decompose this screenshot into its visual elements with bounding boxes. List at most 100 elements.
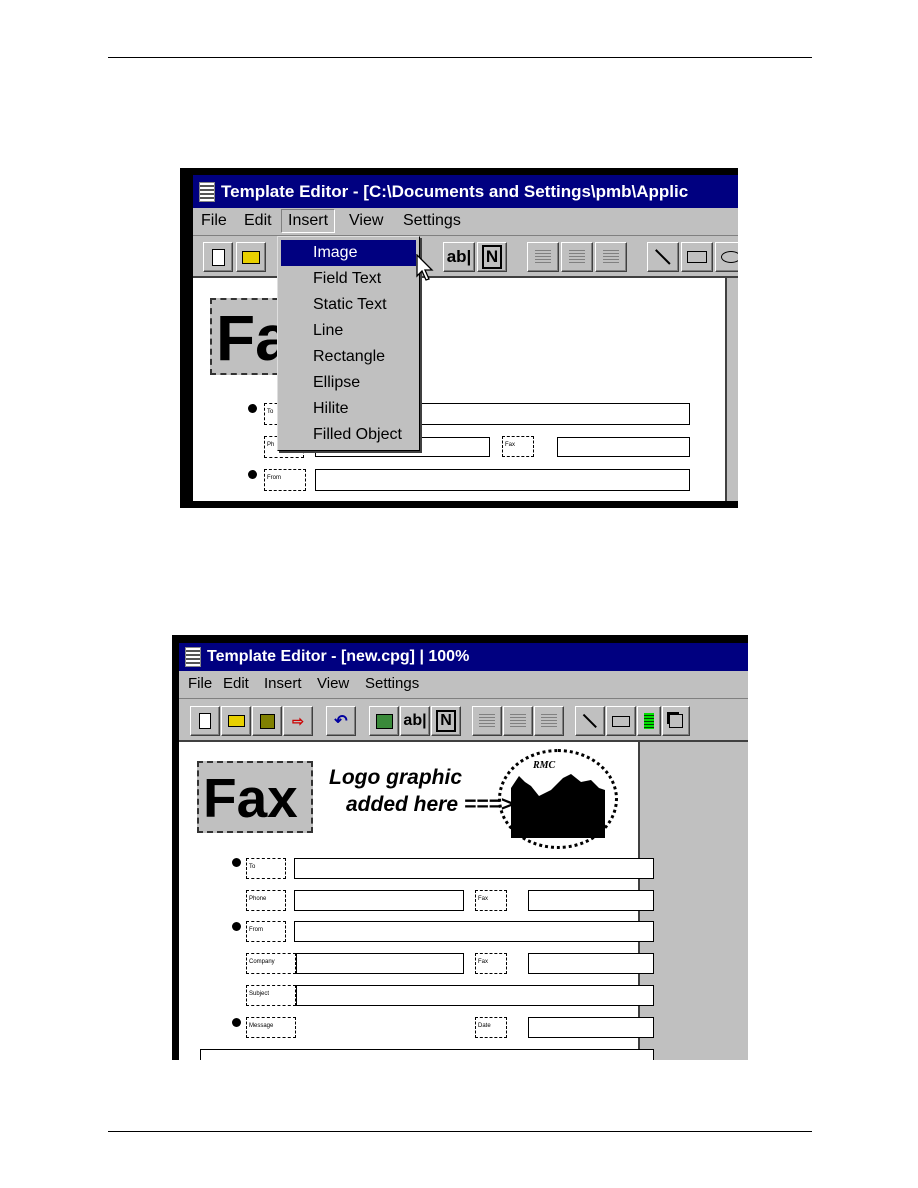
bullet (232, 858, 241, 867)
toolbar: ab| N (193, 236, 738, 278)
fax-field[interactable] (557, 437, 690, 457)
save-button[interactable] (252, 706, 282, 736)
field-label-from[interactable]: From (246, 921, 286, 942)
line-icon (583, 714, 597, 728)
new-button[interactable] (190, 706, 220, 736)
from-field[interactable] (315, 469, 690, 491)
image-icon (375, 713, 393, 729)
message-field[interactable] (200, 1049, 654, 1060)
title-bar: Template Editor - [C:\Documents and Sett… (193, 175, 738, 208)
fax-heading-box[interactable]: Fax (197, 761, 313, 833)
undo-button[interactable]: ↶ (326, 706, 356, 736)
bullet (232, 922, 241, 931)
insert-dropdown-menu: Image Field Text Static Text Line Rectan… (277, 236, 420, 451)
field-label-company[interactable]: Company (246, 953, 296, 974)
vertical-scrollbar[interactable] (725, 278, 738, 501)
rectangle-icon (687, 251, 707, 263)
menu-item-hilite[interactable]: Hilite (281, 396, 416, 422)
logo-image[interactable]: RMC (498, 749, 618, 849)
bullet (232, 1018, 241, 1027)
text-tool-button[interactable]: ab| (443, 242, 475, 272)
field-label-fax[interactable]: Fax (475, 890, 507, 911)
menu-file[interactable]: File (201, 212, 227, 230)
field-label-from[interactable]: From (264, 469, 306, 491)
bullet (248, 404, 257, 413)
new-file-icon (199, 713, 211, 729)
menu-item-rectangle[interactable]: Rectangle (281, 344, 416, 370)
rectangle-tool-button[interactable] (606, 706, 636, 736)
align-center-icon (569, 250, 585, 264)
field-label-message[interactable]: Message (246, 1017, 296, 1038)
align-center-button[interactable] (561, 242, 593, 272)
date-field[interactable] (528, 1017, 654, 1038)
align-left-button[interactable] (527, 242, 559, 272)
screenshot-logo-added: Template Editor - [new.cpg] | 100% File … (172, 635, 748, 1060)
canvas-margin (638, 742, 748, 1060)
line-tool-button[interactable] (647, 242, 679, 272)
logo-note-line2: added here ===> (346, 793, 513, 816)
undo-icon: ↶ (334, 713, 348, 730)
logo-text: RMC (533, 760, 556, 771)
menu-item-line[interactable]: Line (281, 318, 416, 344)
footer-rule (108, 1131, 812, 1132)
align-left-icon (479, 714, 495, 728)
image-tool-button[interactable] (369, 706, 399, 736)
header-rule (108, 57, 812, 58)
fill-tool-button[interactable] (637, 706, 661, 736)
company-fax-field[interactable] (528, 953, 654, 974)
menu-view[interactable]: View (349, 212, 383, 230)
ellipse-tool-button[interactable] (715, 242, 738, 272)
window-title: Template Editor - [new.cpg] | 100% (207, 648, 470, 665)
field-label-fax-2[interactable]: Fax (475, 953, 507, 974)
align-right-button[interactable] (595, 242, 627, 272)
menu-item-ellipse[interactable]: Ellipse (281, 370, 416, 396)
line-icon (655, 249, 671, 265)
folder-icon (227, 715, 245, 727)
company-field[interactable] (296, 953, 464, 974)
bullet (248, 470, 257, 479)
menu-settings[interactable]: Settings (403, 212, 461, 230)
open-button[interactable] (221, 706, 251, 736)
menu-item-field-text[interactable]: Field Text (281, 266, 416, 292)
field-label-subject[interactable]: Subject (246, 985, 296, 1006)
align-center-icon (510, 714, 526, 728)
menu-edit[interactable]: Edit (223, 675, 249, 692)
screenshot-insert-menu: Template Editor - [C:\Documents and Sett… (180, 168, 738, 508)
text-tool-button[interactable]: ab| (400, 706, 430, 736)
new-button[interactable] (203, 242, 233, 272)
from-field[interactable] (294, 921, 654, 942)
align-center-button[interactable] (503, 706, 533, 736)
copy-tool-button[interactable] (662, 706, 690, 736)
field-label-phone[interactable]: Phone (246, 890, 286, 911)
field-tool-button[interactable]: N (477, 242, 507, 272)
menu-insert[interactable]: Insert (281, 209, 336, 233)
field-label-date[interactable]: Date (475, 1017, 507, 1038)
field-label-fax[interactable]: Fax (502, 436, 534, 457)
line-tool-button[interactable] (575, 706, 605, 736)
field-label-to[interactable]: To (246, 858, 286, 879)
fax-field[interactable] (528, 890, 654, 911)
align-right-icon (541, 714, 557, 728)
export-button[interactable]: ⇨ (283, 706, 313, 736)
menu-item-filled-object[interactable]: Filled Object (281, 422, 416, 448)
menu-file[interactable]: File (188, 675, 212, 692)
subject-field[interactable] (296, 985, 654, 1006)
logo-note-line1: Logo graphic (329, 766, 462, 789)
menu-item-static-text[interactable]: Static Text (281, 292, 416, 318)
menu-item-image[interactable]: Image (281, 240, 416, 266)
phone-field[interactable] (294, 890, 464, 911)
open-button[interactable] (236, 242, 266, 272)
mountain-logo-icon (511, 774, 605, 838)
menu-settings[interactable]: Settings (365, 675, 419, 692)
field-tool-button[interactable]: N (431, 706, 461, 736)
to-field[interactable] (294, 858, 654, 879)
menu-view[interactable]: View (317, 675, 349, 692)
align-right-button[interactable] (534, 706, 564, 736)
menu-insert[interactable]: Insert (264, 675, 302, 692)
menu-bar: File Edit Insert View Settings (179, 671, 748, 699)
menu-edit[interactable]: Edit (244, 212, 272, 230)
new-file-icon (211, 248, 225, 266)
align-left-button[interactable] (472, 706, 502, 736)
rectangle-tool-button[interactable] (681, 242, 713, 272)
align-right-icon (603, 250, 619, 264)
